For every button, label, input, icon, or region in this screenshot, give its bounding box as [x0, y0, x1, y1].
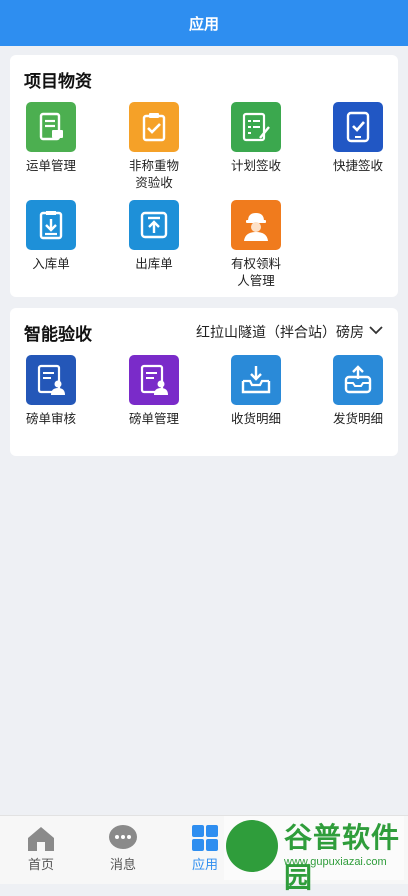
clipboard-check-icon — [129, 102, 179, 152]
watermark-url: www.gupuxiazai.com — [284, 856, 387, 868]
chevron-down-icon — [368, 324, 384, 340]
tile-label: 磅单审核 — [25, 411, 76, 426]
document-person-icon — [26, 355, 76, 405]
quick-signoff-tile[interactable]: 快捷签收 — [308, 102, 408, 174]
non-weighed-acceptance-tile[interactable]: 非称重物 资验收 — [104, 102, 204, 191]
smart-acceptance-card: 智能验收 红拉山隧道（拌合站）磅房 磅单审核 磅单管理 收货明细 发货明细 — [10, 308, 398, 456]
checklist-edit-icon — [231, 102, 281, 152]
inbound-order-tile[interactable]: 入库单 — [1, 200, 101, 272]
tray-download-icon — [231, 355, 281, 405]
tile-label: 运单管理 — [25, 158, 76, 173]
site-selector-value: 红拉山隧道（拌合站）磅房 — [196, 325, 364, 341]
plan-signoff-tile[interactable]: 计划签收 — [206, 102, 306, 174]
weigh-slip-management-tile[interactable]: 磅单管理 — [104, 355, 204, 427]
tile-label: 有权领料 人管理 — [230, 256, 281, 288]
authorized-picker-management-tile[interactable]: 有权领料 人管理 — [206, 200, 306, 289]
section-title: 项目物资 — [24, 72, 92, 92]
weigh-slip-review-tile[interactable]: 磅单审核 — [1, 355, 101, 427]
project-materials-card: 项目物资 运单管理 非称重物 资验收 计划签收 快捷签收 入库单 出库单 有权领… — [10, 55, 398, 297]
chat-icon — [93, 824, 153, 852]
app-header: 应用 — [0, 0, 408, 46]
box-upload-icon — [333, 355, 383, 405]
page-title: 应用 — [188, 14, 219, 33]
worker-icon — [231, 200, 281, 250]
tab-label: 消息 — [109, 858, 136, 873]
tile-label: 发货明细 — [332, 411, 383, 426]
outbound-order-tile[interactable]: 出库单 — [104, 200, 204, 272]
tile-label: 非称重物 资验收 — [128, 158, 179, 190]
shipment-details-tile[interactable]: 发货明细 — [308, 355, 408, 427]
site-selector[interactable]: 红拉山隧道（拌合站）磅房 — [196, 322, 384, 342]
outbound-upload-icon — [129, 200, 179, 250]
watermark-logo-icon — [226, 820, 278, 872]
tile-label: 快捷签收 — [332, 158, 383, 173]
tab-label: 首页 — [27, 858, 54, 873]
site-watermark: 谷普软件园 www.gupuxiazai.com — [224, 816, 404, 894]
tab-home[interactable]: 首页 — [11, 824, 71, 873]
inbound-clipboard-icon — [26, 200, 76, 250]
tile-label: 计划签收 — [230, 158, 281, 173]
tab-messages[interactable]: 消息 — [93, 824, 153, 873]
document-person-icon — [129, 355, 179, 405]
tile-label: 出库单 — [135, 256, 173, 271]
tile-label: 收货明细 — [230, 411, 281, 426]
waybill-management-tile[interactable]: 运单管理 — [1, 102, 101, 174]
tile-label: 入库单 — [32, 256, 70, 271]
section-title: 智能验收 — [24, 325, 92, 345]
waybill-icon — [26, 102, 76, 152]
receipt-details-tile[interactable]: 收货明细 — [206, 355, 306, 427]
tile-label: 磅单管理 — [128, 411, 179, 426]
tablet-check-icon — [333, 102, 383, 152]
home-icon — [11, 824, 71, 852]
